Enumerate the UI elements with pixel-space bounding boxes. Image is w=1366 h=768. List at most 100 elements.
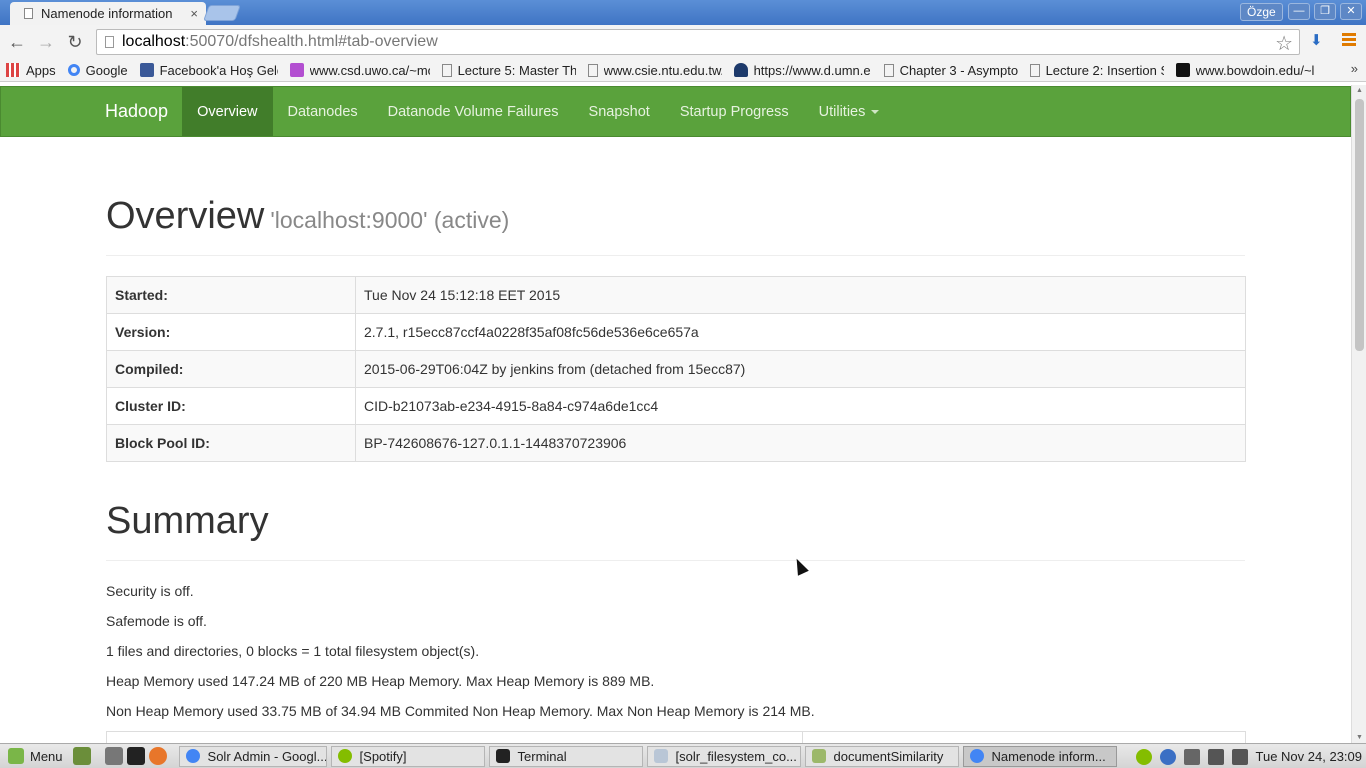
chrome-menu-icon[interactable] xyxy=(1342,33,1356,51)
hadoop-navbar: Hadoop Overview Datanodes Datanode Volum… xyxy=(0,86,1351,137)
row-value: 2.7.1, r15ecc87ccf4a0228f35af08fc56de536… xyxy=(355,313,1246,351)
page-icon xyxy=(1029,63,1040,77)
os-taskbar: Menu Solr Admin - Googl... [Spotify] Ter… xyxy=(0,743,1366,768)
bookmark-csd-uwo[interactable]: www.csd.uwo.ca/~mo xyxy=(289,63,430,78)
scroll-down-icon[interactable]: ▼ xyxy=(1355,734,1364,741)
nav-snapshot[interactable]: Snapshot xyxy=(574,87,665,136)
hadoop-brand[interactable]: Hadoop xyxy=(91,87,182,136)
show-desktop-icon[interactable] xyxy=(72,747,91,765)
clock[interactable]: Tue Nov 24, 23:09 xyxy=(1256,749,1362,764)
overview-table: Started: Tue Nov 24 15:12:18 EET 2015 Ve… xyxy=(106,276,1246,462)
bookmark-google[interactable]: Google xyxy=(67,63,128,78)
spotify-tray-icon[interactable] xyxy=(1135,748,1152,765)
bookmark-star-icon[interactable]: ☆ xyxy=(1275,31,1293,56)
overview-subtitle: 'localhost:9000' (active) xyxy=(270,207,510,233)
page-viewport: Hadoop Overview Datanodes Datanode Volum… xyxy=(0,85,1351,743)
file-manager-icon[interactable] xyxy=(104,747,123,765)
bookmark-csie-ntu[interactable]: www.csie.ntu.edu.tw/ xyxy=(587,63,722,78)
bookmark-chapter3[interactable]: Chapter 3 - Asymptot xyxy=(883,63,1018,78)
bookmark-facebook[interactable]: Facebook'a Hoş Geld xyxy=(139,63,278,78)
row-value: 2015-06-29T06:04Z by jenkins from (detac… xyxy=(355,350,1246,388)
forward-icon[interactable]: → xyxy=(35,31,57,53)
browser-toolbar: ← → ↻ localhost:50070/dfshealth.html#tab… xyxy=(0,25,1366,59)
overview-title: Overview xyxy=(106,195,265,237)
nav-utilities[interactable]: Utilities xyxy=(804,87,895,136)
extension-icon[interactable]: ⬇ xyxy=(1310,31,1323,49)
bookmark-bowdoin[interactable]: www.bowdoin.edu/~l xyxy=(1175,63,1316,78)
page-icon xyxy=(24,8,33,19)
profile-button[interactable]: Özge xyxy=(1240,3,1283,21)
bookmark-umn[interactable]: https://www.d.umn.e xyxy=(733,63,872,78)
mint-logo-icon xyxy=(8,748,24,764)
bookmark-lecture2[interactable]: Lecture 2: Insertion S xyxy=(1029,63,1164,78)
bookmark-lecture5[interactable]: Lecture 5: Master Th xyxy=(441,63,576,78)
nav-datanode-volume-failures[interactable]: Datanode Volume Failures xyxy=(373,87,574,136)
summary-heading: Summary xyxy=(106,500,269,542)
browser-tab[interactable]: Namenode information × xyxy=(10,2,206,25)
window-close-button[interactable]: ✕ xyxy=(1340,3,1362,20)
page-icon xyxy=(441,63,452,77)
divider xyxy=(106,255,1245,256)
task-solr-filesystem[interactable]: [solr_filesystem_co... xyxy=(646,745,801,767)
bookmarks-bar: Apps Google Facebook'a Hoş Geld www.csd.… xyxy=(0,59,1366,82)
task-namenode-info[interactable]: Namenode inform... xyxy=(962,745,1117,767)
nav-startup-progress[interactable]: Startup Progress xyxy=(665,87,804,136)
table-row: Block Pool ID: BP-742608676-127.0.1.1-14… xyxy=(106,424,1246,462)
network-icon[interactable] xyxy=(1207,748,1224,765)
row-key: Block Pool ID: xyxy=(106,424,356,462)
chrome-icon xyxy=(185,749,200,763)
csd-icon xyxy=(289,63,304,77)
minimize-button[interactable]: — xyxy=(1288,3,1310,20)
restore-button[interactable]: ❐ xyxy=(1314,3,1336,20)
scrollbar-thumb[interactable] xyxy=(1355,99,1364,351)
nav-overview[interactable]: Overview xyxy=(182,87,273,136)
bookmarks-overflow-icon[interactable]: » xyxy=(1351,61,1358,76)
page-icon xyxy=(587,63,598,77)
address-bar[interactable]: localhost:50070/dfshealth.html#tab-overv… xyxy=(96,29,1300,55)
summary-non-heap-memory: Non Heap Memory used 33.75 MB of 34.94 M… xyxy=(106,703,815,719)
tab-close-icon[interactable]: × xyxy=(190,6,198,21)
start-menu-button[interactable]: Menu xyxy=(0,744,69,768)
browser-titlebar: Namenode information × Özge — ❐ ✕ xyxy=(0,0,1366,25)
firefox-launcher-icon[interactable] xyxy=(148,747,167,765)
system-tray: Tue Nov 24, 23:09 xyxy=(1135,744,1362,768)
tab-title: Namenode information xyxy=(41,6,173,21)
task-document-similarity[interactable]: documentSimilarity xyxy=(804,745,959,767)
task-spotify[interactable]: [Spotify] xyxy=(330,745,485,767)
info-tray-icon[interactable] xyxy=(1159,748,1176,765)
new-tab-button[interactable] xyxy=(203,5,241,21)
volume-icon[interactable] xyxy=(1183,748,1200,765)
divider xyxy=(106,560,1245,561)
row-key: Compiled: xyxy=(106,350,356,388)
chrome-icon xyxy=(969,749,984,763)
terminal-icon xyxy=(495,749,510,763)
url-host: localhost xyxy=(122,33,186,50)
spotify-icon xyxy=(337,749,352,763)
back-icon[interactable]: ← xyxy=(6,31,28,53)
bookmark-apps[interactable]: Apps xyxy=(6,63,56,78)
task-solr-admin[interactable]: Solr Admin - Googl... xyxy=(178,745,327,767)
table-row: Compiled: 2015-06-29T06:04Z by jenkins f… xyxy=(106,350,1246,388)
battery-icon[interactable] xyxy=(1231,748,1248,765)
summary-security: Security is off. xyxy=(106,583,194,599)
row-key: Started: xyxy=(106,276,356,314)
table-row: Cluster ID: CID-b21073ab-e234-4915-8a84-… xyxy=(106,387,1246,425)
bowdoin-icon xyxy=(1175,63,1190,77)
summary-safemode: Safemode is off. xyxy=(106,613,207,629)
task-terminal[interactable]: Terminal xyxy=(488,745,643,767)
summary-table-top xyxy=(106,731,1246,743)
apps-grid-icon xyxy=(6,63,20,77)
nav-datanodes[interactable]: Datanodes xyxy=(273,87,373,136)
row-key: Version: xyxy=(106,313,356,351)
summary-heap-memory: Heap Memory used 147.24 MB of 220 MB Hea… xyxy=(106,673,655,689)
menu-label: Menu xyxy=(30,748,63,764)
page-scrollbar[interactable]: ▲ ▼ xyxy=(1351,85,1366,743)
folder-icon xyxy=(811,749,826,763)
scroll-up-icon[interactable]: ▲ xyxy=(1355,87,1364,94)
overview-heading: Overview'localhost:9000' (active) xyxy=(106,195,509,238)
page-info-icon[interactable] xyxy=(105,36,114,48)
table-row: Version: 2.7.1, r15ecc87ccf4a0228f35af08… xyxy=(106,313,1246,351)
table-row: Started: Tue Nov 24 15:12:18 EET 2015 xyxy=(106,276,1246,314)
reload-icon[interactable]: ↻ xyxy=(64,31,86,53)
terminal-launcher-icon[interactable] xyxy=(126,747,145,765)
